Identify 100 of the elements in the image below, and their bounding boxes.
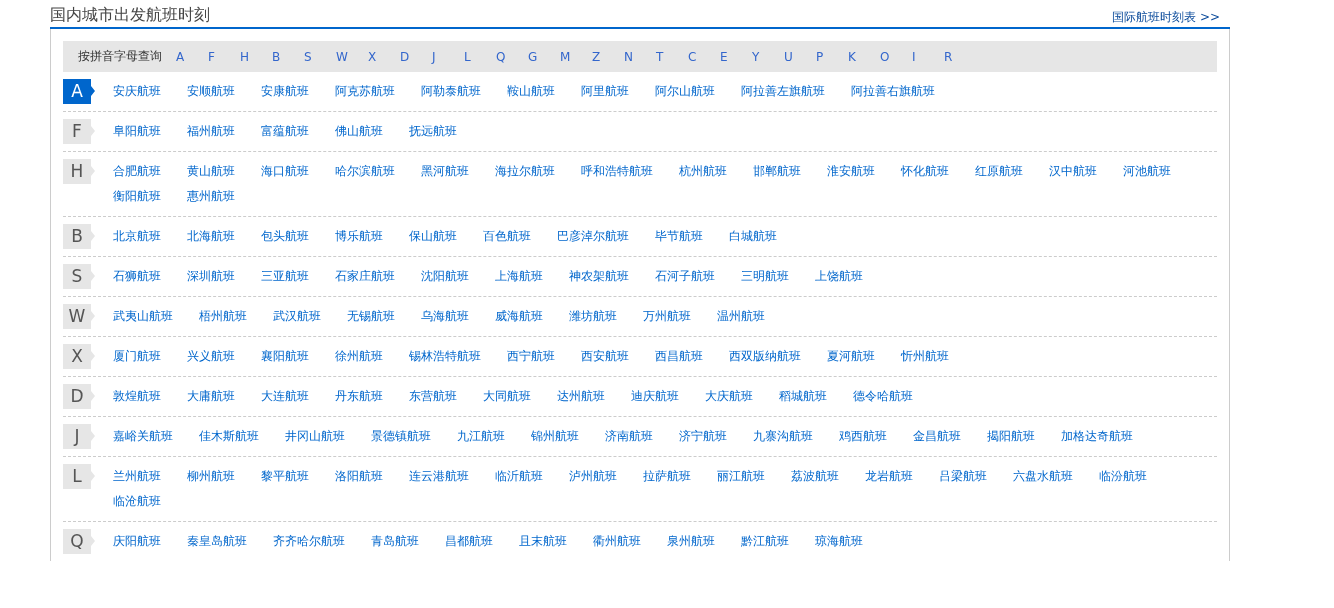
- city-flight-link[interactable]: 临沂航班: [495, 464, 543, 489]
- city-flight-link[interactable]: 石家庄航班: [335, 264, 395, 289]
- city-flight-link[interactable]: 金昌航班: [913, 424, 961, 449]
- city-flight-link[interactable]: 上海航班: [495, 264, 543, 289]
- city-flight-link[interactable]: 衢州航班: [593, 529, 641, 554]
- city-flight-link[interactable]: 巴彦淖尔航班: [557, 224, 629, 249]
- city-flight-link[interactable]: 德令哈航班: [853, 384, 913, 409]
- city-flight-link[interactable]: 海口航班: [261, 159, 309, 184]
- city-flight-link[interactable]: 安顺航班: [187, 79, 235, 104]
- city-flight-link[interactable]: 六盘水航班: [1013, 464, 1073, 489]
- city-flight-link[interactable]: 保山航班: [409, 224, 457, 249]
- letter-link[interactable]: E: [714, 49, 746, 64]
- letter-link[interactable]: Y: [746, 49, 778, 64]
- city-flight-link[interactable]: 迪庆航班: [631, 384, 679, 409]
- city-flight-link[interactable]: 九江航班: [457, 424, 505, 449]
- city-flight-link[interactable]: 济宁航班: [679, 424, 727, 449]
- city-flight-link[interactable]: 三明航班: [741, 264, 789, 289]
- city-flight-link[interactable]: 万州航班: [643, 304, 691, 329]
- city-flight-link[interactable]: 红原航班: [975, 159, 1023, 184]
- city-flight-link[interactable]: 怀化航班: [901, 159, 949, 184]
- city-flight-link[interactable]: 北京航班: [113, 224, 161, 249]
- city-flight-link[interactable]: 武夷山航班: [113, 304, 173, 329]
- city-flight-link[interactable]: 佳木斯航班: [199, 424, 259, 449]
- city-flight-link[interactable]: 石狮航班: [113, 264, 161, 289]
- city-flight-link[interactable]: 乌海航班: [421, 304, 469, 329]
- city-flight-link[interactable]: 合肥航班: [113, 159, 161, 184]
- city-flight-link[interactable]: 杭州航班: [679, 159, 727, 184]
- city-flight-link[interactable]: 汉中航班: [1049, 159, 1097, 184]
- city-flight-link[interactable]: 阿里航班: [581, 79, 629, 104]
- city-flight-link[interactable]: 荔波航班: [791, 464, 839, 489]
- letter-link[interactable]: W: [330, 49, 362, 64]
- letter-link[interactable]: J: [426, 49, 458, 64]
- city-flight-link[interactable]: 鸡西航班: [839, 424, 887, 449]
- city-flight-link[interactable]: 白城航班: [729, 224, 777, 249]
- letter-link[interactable]: T: [650, 49, 682, 64]
- city-flight-link[interactable]: 阿拉善右旗航班: [851, 79, 935, 104]
- city-flight-link[interactable]: 阜阳航班: [113, 119, 161, 144]
- letter-link[interactable]: G: [522, 49, 554, 64]
- city-flight-link[interactable]: 锡林浩特航班: [409, 344, 481, 369]
- city-flight-link[interactable]: 黑河航班: [421, 159, 469, 184]
- city-flight-link[interactable]: 黄山航班: [187, 159, 235, 184]
- city-flight-link[interactable]: 揭阳航班: [987, 424, 1035, 449]
- city-flight-link[interactable]: 毕节航班: [655, 224, 703, 249]
- city-flight-link[interactable]: 齐齐哈尔航班: [273, 529, 345, 554]
- city-flight-link[interactable]: 大同航班: [483, 384, 531, 409]
- city-flight-link[interactable]: 拉萨航班: [643, 464, 691, 489]
- city-flight-link[interactable]: 佛山航班: [335, 119, 383, 144]
- city-flight-link[interactable]: 黎平航班: [261, 464, 309, 489]
- city-flight-link[interactable]: 泸州航班: [569, 464, 617, 489]
- city-flight-link[interactable]: 龙岩航班: [865, 464, 913, 489]
- city-flight-link[interactable]: 柳州航班: [187, 464, 235, 489]
- letter-link[interactable]: I: [906, 49, 938, 64]
- city-flight-link[interactable]: 淮安航班: [827, 159, 875, 184]
- city-flight-link[interactable]: 秦皇岛航班: [187, 529, 247, 554]
- city-flight-link[interactable]: 大连航班: [261, 384, 309, 409]
- city-flight-link[interactable]: 鞍山航班: [507, 79, 555, 104]
- city-flight-link[interactable]: 哈尔滨航班: [335, 159, 395, 184]
- city-flight-link[interactable]: 邯郸航班: [753, 159, 801, 184]
- international-schedule-link[interactable]: 国际航班时刻表 >>: [1112, 7, 1220, 27]
- city-flight-link[interactable]: 大庸航班: [187, 384, 235, 409]
- city-flight-link[interactable]: 兴义航班: [187, 344, 235, 369]
- letter-link[interactable]: M: [554, 49, 586, 64]
- city-flight-link[interactable]: 威海航班: [495, 304, 543, 329]
- city-flight-link[interactable]: 阿拉善左旗航班: [741, 79, 825, 104]
- letter-link[interactable]: D: [394, 49, 426, 64]
- city-flight-link[interactable]: 丽江航班: [717, 464, 765, 489]
- city-flight-link[interactable]: 博乐航班: [335, 224, 383, 249]
- city-flight-link[interactable]: 夏河航班: [827, 344, 875, 369]
- city-flight-link[interactable]: 武汉航班: [273, 304, 321, 329]
- city-flight-link[interactable]: 锦州航班: [531, 424, 579, 449]
- city-flight-link[interactable]: 青岛航班: [371, 529, 419, 554]
- city-flight-link[interactable]: 河池航班: [1123, 159, 1171, 184]
- letter-link[interactable]: R: [938, 49, 970, 64]
- city-flight-link[interactable]: 黔江航班: [741, 529, 789, 554]
- city-flight-link[interactable]: 百色航班: [483, 224, 531, 249]
- city-flight-link[interactable]: 临沧航班: [113, 489, 161, 514]
- city-flight-link[interactable]: 敦煌航班: [113, 384, 161, 409]
- letter-link[interactable]: Q: [490, 49, 522, 64]
- city-flight-link[interactable]: 西安航班: [581, 344, 629, 369]
- city-flight-link[interactable]: 加格达奇航班: [1061, 424, 1133, 449]
- city-flight-link[interactable]: 连云港航班: [409, 464, 469, 489]
- city-flight-link[interactable]: 石河子航班: [655, 264, 715, 289]
- city-flight-link[interactable]: 丹东航班: [335, 384, 383, 409]
- letter-link[interactable]: C: [682, 49, 714, 64]
- city-flight-link[interactable]: 上饶航班: [815, 264, 863, 289]
- city-flight-link[interactable]: 神农架航班: [569, 264, 629, 289]
- city-flight-link[interactable]: 安庆航班: [113, 79, 161, 104]
- city-flight-link[interactable]: 稻城航班: [779, 384, 827, 409]
- city-flight-link[interactable]: 阿勒泰航班: [421, 79, 481, 104]
- city-flight-link[interactable]: 北海航班: [187, 224, 235, 249]
- city-flight-link[interactable]: 徐州航班: [335, 344, 383, 369]
- city-flight-link[interactable]: 潍坊航班: [569, 304, 617, 329]
- city-flight-link[interactable]: 且末航班: [519, 529, 567, 554]
- city-flight-link[interactable]: 西宁航班: [507, 344, 555, 369]
- city-flight-link[interactable]: 大庆航班: [705, 384, 753, 409]
- city-flight-link[interactable]: 济南航班: [605, 424, 653, 449]
- letter-link[interactable]: O: [874, 49, 906, 64]
- city-flight-link[interactable]: 衡阳航班: [113, 184, 161, 209]
- city-flight-link[interactable]: 九寨沟航班: [753, 424, 813, 449]
- city-flight-link[interactable]: 景德镇航班: [371, 424, 431, 449]
